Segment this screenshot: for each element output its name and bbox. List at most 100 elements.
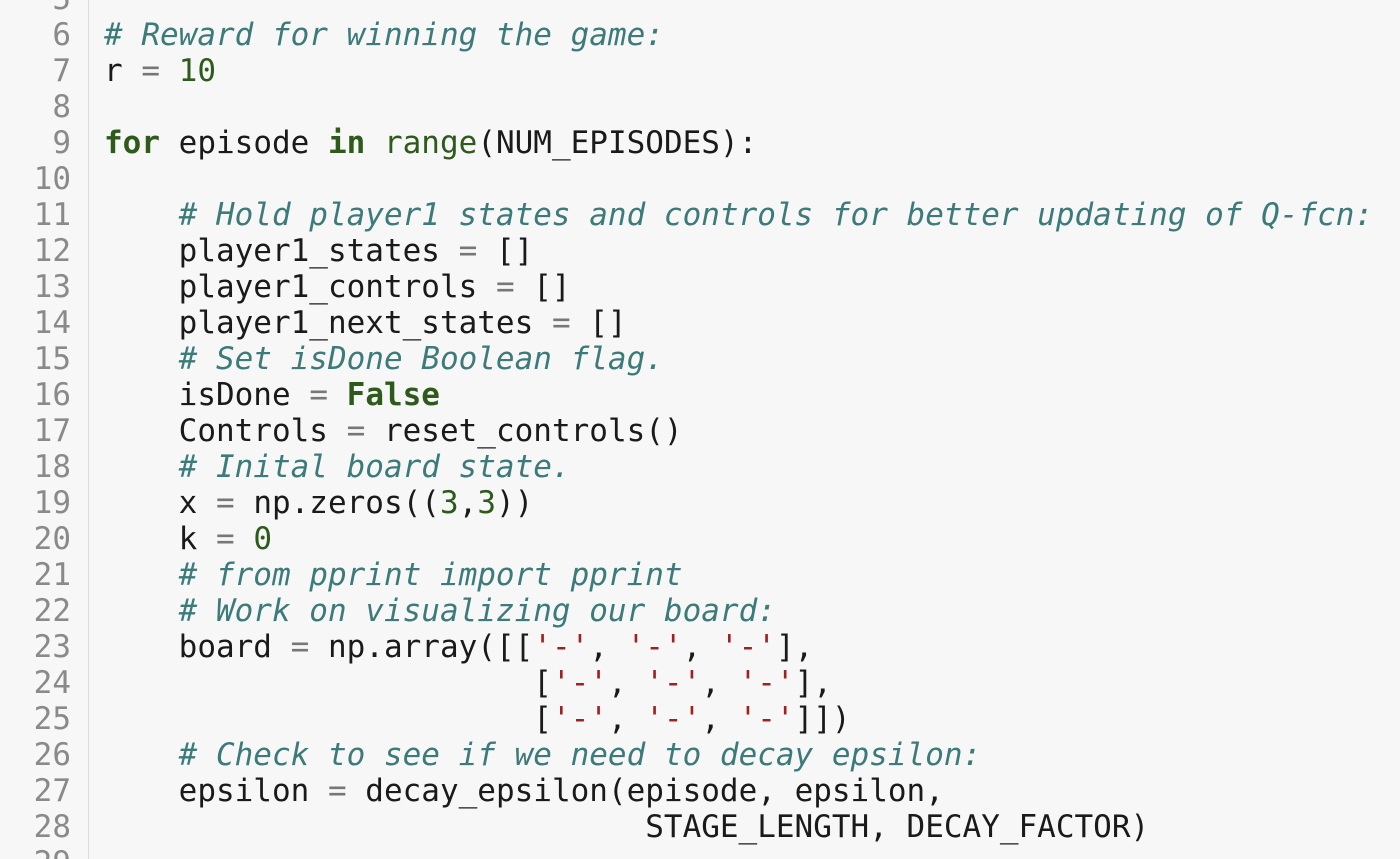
code-token-text: [] (514, 269, 571, 305)
code-token-operator: = (458, 233, 478, 269)
code-token-text: r (104, 53, 142, 89)
line-number: 16 (33, 377, 71, 413)
code-area[interactable]: # Reward for winning the game: r = 10 for … (104, 0, 1400, 859)
code-token-text: player1_next_states (104, 305, 552, 341)
line-number: 15 (33, 341, 71, 377)
code-line[interactable]: x = np.zeros((3,3)) (104, 485, 534, 521)
code-token-string: '-' (719, 629, 776, 665)
code-line[interactable]: Controls = reset_controls() (104, 413, 683, 449)
code-token-operator: = (215, 521, 235, 557)
code-line[interactable]: k = 0 (104, 521, 272, 557)
code-editor[interactable]: 5678910111213141516171819202122232425262… (0, 0, 1400, 859)
line-number: 23 (33, 629, 71, 665)
line-number: 19 (33, 485, 71, 521)
code-token-comment: # Hold player1 states and controls for b… (178, 197, 1374, 233)
line-number: 28 (33, 809, 71, 845)
line-number: 17 (33, 413, 71, 449)
code-token-number: 10 (178, 53, 216, 89)
code-token-text: , (607, 701, 646, 737)
code-token-text: board (104, 629, 291, 665)
code-line[interactable]: # from pprint import pprint (104, 557, 683, 593)
code-token-operator: = (309, 377, 328, 413)
code-token-text: np.zeros(( (234, 485, 440, 521)
code-line[interactable]: # Hold player1 states and controls for b… (104, 197, 1373, 233)
code-token-text: reset_controls() (365, 413, 683, 449)
code-token-text: ], (794, 665, 832, 701)
line-number: 22 (33, 593, 71, 629)
code-token-operator: = (215, 485, 235, 521)
code-line[interactable]: ['-', '-', '-'], (104, 665, 832, 701)
code-token-text: np.array([[ (309, 629, 534, 665)
code-token-text: Controls (104, 413, 347, 449)
code-token-text: [ (104, 701, 552, 737)
code-token-text: decay_epsilon(episode, epsilon, (346, 773, 944, 809)
code-line[interactable]: for episode in range(NUM_EPISODES): (104, 125, 757, 161)
code-token-comment: # Inital board state. (178, 449, 571, 485)
code-token-number: 3 (477, 485, 496, 521)
line-number: 21 (33, 557, 71, 593)
code-token-string: '-' (738, 701, 795, 737)
code-line[interactable]: player1_next_states = [] (104, 305, 627, 341)
code-token-string: '-' (533, 629, 590, 665)
code-token-comment: # from pprint import pprint (178, 557, 683, 593)
code-token-text: x (104, 485, 216, 521)
code-token-text: , (701, 665, 739, 701)
line-number: 12 (33, 233, 71, 269)
code-line[interactable]: epsilon = decay_epsilon(episode, epsilon… (104, 773, 944, 809)
code-token-text: k (104, 521, 216, 557)
code-line[interactable]: STAGE_LENGTH, DECAY_FACTOR) (104, 809, 1149, 845)
code-line[interactable]: player1_controls = [] (104, 269, 571, 305)
code-line[interactable]: # Inital board state. (104, 449, 571, 485)
code-line[interactable]: board = np.array([['-', '-', '-'], (104, 629, 814, 665)
code-token-comment: # Set isDone Boolean flag. (178, 341, 664, 377)
line-number: 18 (33, 449, 71, 485)
line-number: 5 (0, 0, 71, 17)
line-number: 13 (33, 269, 71, 305)
code-token-string: '-' (645, 701, 702, 737)
code-token-comment: # Check to see if we need to decay epsil… (178, 737, 982, 773)
code-token-text: player1_controls (104, 269, 496, 305)
code-token-text: ], (775, 629, 814, 665)
code-token-keyword: in (327, 125, 366, 161)
code-token-string: '-' (645, 665, 702, 701)
code-line[interactable]: r = 10 (104, 53, 216, 89)
code-token-comment: # Reward for winning the game: (104, 17, 664, 53)
code-line[interactable]: # Reward for winning the game: (104, 17, 664, 53)
code-token-string: '-' (626, 629, 683, 665)
code-token-builtin: range (383, 125, 478, 161)
code-line[interactable]: # Set isDone Boolean flag. (104, 341, 664, 377)
code-line[interactable]: ['-', '-', '-']]) (104, 701, 850, 737)
code-line[interactable]: # Check to see if we need to decay epsil… (104, 737, 982, 773)
code-token-text: , (682, 629, 720, 665)
line-number: 29 (0, 845, 71, 859)
code-token-operator: = (551, 305, 571, 341)
code-line[interactable]: # Work on visualizing our board: (104, 593, 776, 629)
code-token-operator: = (290, 629, 310, 665)
code-token-string: '-' (738, 665, 795, 701)
line-number: 26 (33, 737, 71, 773)
code-token-string: '-' (551, 701, 608, 737)
code-token-number: 0 (253, 521, 272, 557)
line-number: 8 (52, 89, 71, 125)
code-token-text: )) (495, 485, 534, 521)
code-token-text: [ (104, 665, 552, 701)
code-token-text: episode (160, 125, 328, 161)
code-token-text: epsilon (104, 773, 328, 809)
code-line[interactable]: isDone = False (104, 377, 440, 413)
code-token-comment: # Work on visualizing our board: (178, 593, 776, 629)
line-number: 9 (52, 125, 71, 161)
code-line[interactable]: player1_states = [] (104, 233, 534, 269)
code-token-operator: = (495, 269, 515, 305)
code-token-string: '-' (551, 665, 608, 701)
code-token-text: , (701, 701, 739, 737)
line-number-gutter: 5678910111213141516171819202122232425262… (0, 0, 89, 859)
code-token-text: [] (477, 233, 534, 269)
code-token-operator: = (346, 413, 366, 449)
